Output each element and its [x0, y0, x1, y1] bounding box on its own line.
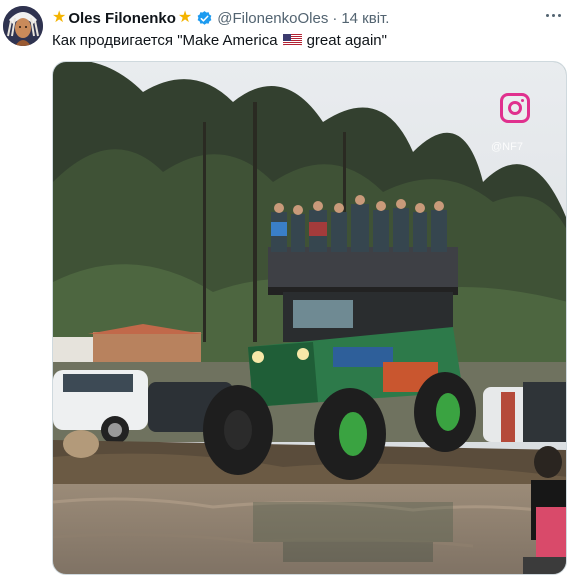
display-name[interactable]: Oles Filonenko	[68, 10, 176, 27]
star-emoji-right: ★	[177, 9, 193, 26]
tweet-text: Как продвигается "Make America great aga…	[52, 31, 387, 51]
tweet-text-part-1: Как продвигается "Make America	[52, 32, 278, 49]
watermark-handle: @NF7	[491, 141, 523, 153]
avatar[interactable]	[3, 6, 43, 46]
tweet[interactable]: ★ Oles Filonenko ★ @FilonenkoOles · 14 к…	[0, 0, 573, 581]
separator-dot: ·	[332, 9, 338, 27]
tweet-header: ★ Oles Filonenko ★ @FilonenkoOles · 14 к…	[52, 8, 389, 28]
tweet-media-image[interactable]: @NF7	[52, 61, 567, 575]
more-options-icon[interactable]	[541, 5, 565, 25]
monster-truck-scene	[53, 62, 566, 574]
tweet-text-part-2: great again"	[306, 32, 387, 49]
instagram-icon	[500, 93, 530, 123]
user-handle[interactable]: @FilonenkoOles	[217, 10, 328, 27]
star-emoji-left: ★	[52, 9, 67, 26]
avatar-icon	[3, 6, 43, 46]
verified-badge-icon	[197, 10, 212, 25]
tweet-date[interactable]: 14 квіт.	[341, 10, 389, 27]
us-flag-icon	[282, 33, 302, 46]
